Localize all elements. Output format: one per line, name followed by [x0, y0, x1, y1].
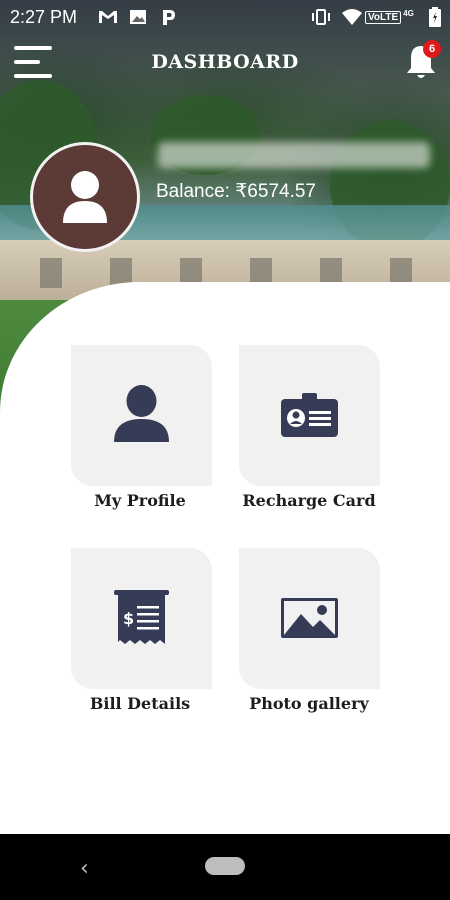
content-sheet: [0, 282, 450, 842]
username-redacted: [158, 142, 430, 168]
recharge-card-label[interactable]: Recharge Card: [209, 491, 409, 510]
page-title: DASHBOARD: [151, 51, 299, 73]
signal-indicator: VoLTE 4G: [365, 8, 415, 26]
user-icon: [114, 385, 169, 442]
recharge-card-tile[interactable]: [239, 345, 380, 486]
bill-details-tile[interactable]: $: [71, 548, 212, 689]
nav-back-button[interactable]: ‹: [80, 856, 89, 881]
id-card-icon: [281, 393, 338, 437]
vibrate-icon: [310, 8, 332, 26]
gmail-icon: [98, 8, 118, 26]
paytm-icon: [158, 8, 178, 26]
nav-home-button[interactable]: [205, 857, 245, 875]
notification-badge: 6: [423, 40, 441, 58]
svg-text:$: $: [123, 609, 134, 628]
balance-text: Balance: ₹6574.57: [156, 181, 316, 202]
my-profile-tile[interactable]: [71, 345, 212, 486]
volte-label: VoLTE: [365, 10, 402, 24]
wifi-icon: [341, 8, 363, 26]
avatar[interactable]: [30, 142, 140, 252]
image-notification-icon: [128, 8, 148, 26]
menu-line: [14, 74, 52, 78]
image-icon: [281, 598, 338, 638]
photo-gallery-label[interactable]: Photo gallery: [209, 694, 409, 713]
network-type-label: 4G: [403, 8, 414, 18]
battery-icon: [428, 7, 442, 27]
photo-gallery-tile[interactable]: [239, 548, 380, 689]
menu-line: [14, 46, 52, 50]
status-time: 2:27 PM: [10, 7, 78, 27]
screen: 2:27 PM VoLTE 4G DASHBOARD 6 Balance: ₹6…: [0, 0, 450, 900]
user-avatar-icon: [63, 171, 107, 223]
status-bar: 2:27 PM VoLTE 4G: [0, 0, 450, 34]
bill-icon: $: [114, 590, 169, 644]
